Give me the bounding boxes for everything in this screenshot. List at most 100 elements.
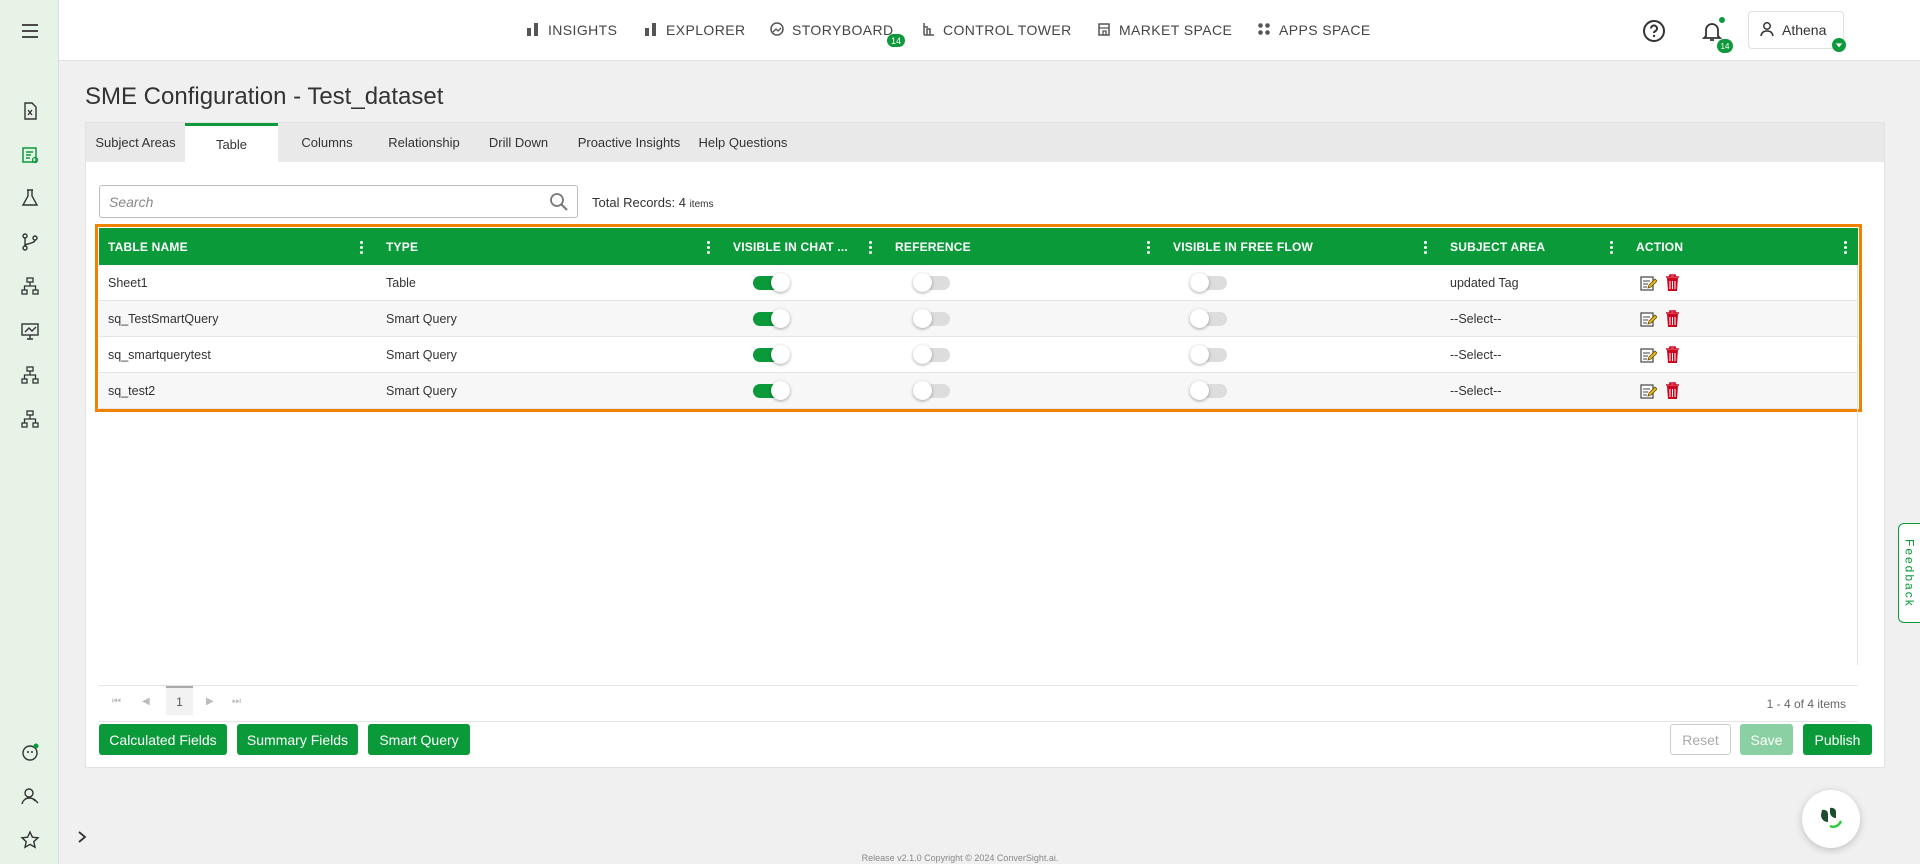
- last-page-icon[interactable]: ⏭: [232, 696, 241, 707]
- tab-help-questions[interactable]: Help Questions: [693, 123, 793, 162]
- page-number-button[interactable]: 1: [166, 686, 193, 715]
- delete-icon[interactable]: [1665, 274, 1680, 292]
- reset-button[interactable]: Reset: [1670, 724, 1731, 755]
- visible-in-free-flow-toggle[interactable]: [1190, 309, 1227, 328]
- tab-relationship[interactable]: Relationship: [376, 123, 472, 162]
- nav-storyboard[interactable]: STORYBOARD: [770, 20, 894, 40]
- toggle-knob: [1190, 381, 1209, 400]
- flask-icon[interactable]: [19, 187, 41, 209]
- hierarchy-icon[interactable]: [19, 275, 41, 297]
- reference-toggle[interactable]: [913, 345, 950, 364]
- hamburger-menu-icon[interactable]: [19, 20, 41, 42]
- nav-explorer-label: EXPLORER: [666, 22, 746, 38]
- visible-in-chat-toggle[interactable]: [753, 381, 790, 400]
- storyboard-icon: [770, 21, 784, 39]
- table-name-cell: Sheet1: [108, 276, 148, 290]
- visible-in-chat-toggle[interactable]: [753, 273, 790, 292]
- edit-icon[interactable]: [1640, 383, 1658, 400]
- visible-in-free-flow-toggle[interactable]: [1190, 273, 1227, 292]
- column-menu-icon[interactable]: [1143, 238, 1153, 256]
- subject-area-cell[interactable]: --Select--: [1450, 373, 1501, 409]
- chat-assistant-button[interactable]: [1802, 790, 1860, 848]
- edit-icon[interactable]: [1640, 311, 1658, 328]
- toggle-knob: [1190, 345, 1209, 364]
- reference-toggle[interactable]: [913, 381, 950, 400]
- tab-table[interactable]: Table: [185, 123, 278, 162]
- search-box: [99, 185, 578, 218]
- table-row[interactable]: sq_TestSmartQuery Smart Query --Select--: [99, 301, 1858, 337]
- nav-market-space[interactable]: MARKET SPACE: [1097, 20, 1232, 40]
- nav-explorer[interactable]: EXPLORER: [644, 20, 745, 40]
- tab-subject-areas[interactable]: Subject Areas: [86, 123, 185, 162]
- tab-proactive-insights[interactable]: Proactive Insights: [565, 123, 693, 162]
- column-header-visible-in-chat[interactable]: VISIBLE IN CHAT ...: [733, 228, 848, 265]
- branch-icon[interactable]: [19, 231, 41, 253]
- help-question-icon[interactable]: [1642, 19, 1666, 43]
- summary-fields-button[interactable]: Summary Fields: [237, 724, 358, 755]
- nav-insights[interactable]: INSIGHTS: [526, 20, 617, 40]
- nav-apps-space[interactable]: APPS SPACE: [1257, 20, 1371, 40]
- column-header-action[interactable]: ACTION: [1636, 228, 1683, 265]
- first-page-icon[interactable]: ⏮: [112, 696, 121, 707]
- delete-icon[interactable]: [1665, 382, 1680, 400]
- search-input[interactable]: [109, 193, 529, 210]
- tables-grid: TABLE NAME TYPE VISIBLE IN CHAT ... REFE…: [99, 228, 1858, 409]
- expand-sidebar-chevron-icon[interactable]: [75, 830, 89, 844]
- configuration-panel: Subject Areas Table Columns Relationship…: [85, 122, 1885, 768]
- column-menu-icon[interactable]: [865, 238, 875, 256]
- tab-drill-down[interactable]: Drill Down: [472, 123, 565, 162]
- next-page-icon[interactable]: ▶: [206, 696, 214, 707]
- assistant-bot-icon[interactable]: [19, 741, 41, 763]
- toggle-knob: [913, 345, 932, 364]
- column-menu-icon[interactable]: [1606, 238, 1616, 256]
- reference-toggle[interactable]: [913, 273, 950, 292]
- calculated-fields-button[interactable]: Calculated Fields: [99, 724, 227, 755]
- subject-area-cell[interactable]: updated Tag: [1450, 265, 1519, 301]
- publish-button[interactable]: Publish: [1803, 724, 1872, 755]
- table-name-cell: sq_test2: [108, 384, 156, 398]
- search-icon[interactable]: [549, 192, 569, 212]
- save-button[interactable]: Save: [1740, 724, 1793, 755]
- column-header-table-name[interactable]: TABLE NAME: [108, 228, 188, 265]
- network-icon[interactable]: [19, 408, 41, 430]
- user-menu-caret-icon[interactable]: [1832, 38, 1846, 52]
- table-row[interactable]: Sheet1 Table updated Tag: [99, 265, 1858, 301]
- edit-icon[interactable]: [1640, 275, 1658, 292]
- smart-query-button[interactable]: Smart Query: [368, 724, 470, 755]
- type-cell: Smart Query: [386, 348, 457, 362]
- toggle-knob: [771, 381, 790, 400]
- column-menu-icon[interactable]: [1840, 238, 1850, 256]
- column-header-visible-in-free-flow[interactable]: VISIBLE IN FREE FLOW: [1173, 228, 1313, 265]
- column-header-type[interactable]: TYPE: [386, 228, 418, 265]
- user-menu-button[interactable]: Athena: [1748, 11, 1844, 49]
- sme-config-icon[interactable]: [19, 144, 41, 166]
- visible-in-free-flow-toggle[interactable]: [1190, 381, 1227, 400]
- grid-scrollbar[interactable]: [1857, 265, 1858, 665]
- prev-page-icon[interactable]: ◀: [142, 696, 150, 707]
- table-row[interactable]: sq_test2 Smart Query --Select--: [99, 373, 1858, 409]
- tab-columns[interactable]: Columns: [278, 123, 376, 162]
- delete-icon[interactable]: [1665, 346, 1680, 364]
- star-icon[interactable]: [19, 829, 41, 851]
- visible-in-free-flow-toggle[interactable]: [1190, 345, 1227, 364]
- column-menu-icon[interactable]: [1420, 238, 1430, 256]
- column-header-subject-area[interactable]: SUBJECT AREA: [1450, 228, 1545, 265]
- feedback-tab[interactable]: Feedback: [1898, 523, 1920, 623]
- edit-icon[interactable]: [1640, 347, 1658, 364]
- visible-in-chat-toggle[interactable]: [753, 309, 790, 328]
- visible-in-chat-toggle[interactable]: [753, 345, 790, 364]
- org-chart-icon[interactable]: [19, 364, 41, 386]
- subject-area-cell[interactable]: --Select--: [1450, 337, 1501, 373]
- column-menu-icon[interactable]: [703, 238, 713, 256]
- presentation-chart-icon[interactable]: [19, 320, 41, 342]
- footer-copyright: Release v2.1.0 Copyright © 2024 ConverSi…: [861, 853, 1059, 863]
- column-header-reference[interactable]: REFERENCE: [895, 228, 971, 265]
- nav-control-tower[interactable]: CONTROL TOWER: [921, 20, 1072, 40]
- excel-file-icon[interactable]: [19, 100, 41, 122]
- users-icon[interactable]: [19, 785, 41, 807]
- table-row[interactable]: sq_smartquerytest Smart Query --Select--: [99, 337, 1858, 373]
- subject-area-cell[interactable]: --Select--: [1450, 301, 1501, 337]
- delete-icon[interactable]: [1665, 310, 1680, 328]
- column-menu-icon[interactable]: [356, 238, 366, 256]
- reference-toggle[interactable]: [913, 309, 950, 328]
